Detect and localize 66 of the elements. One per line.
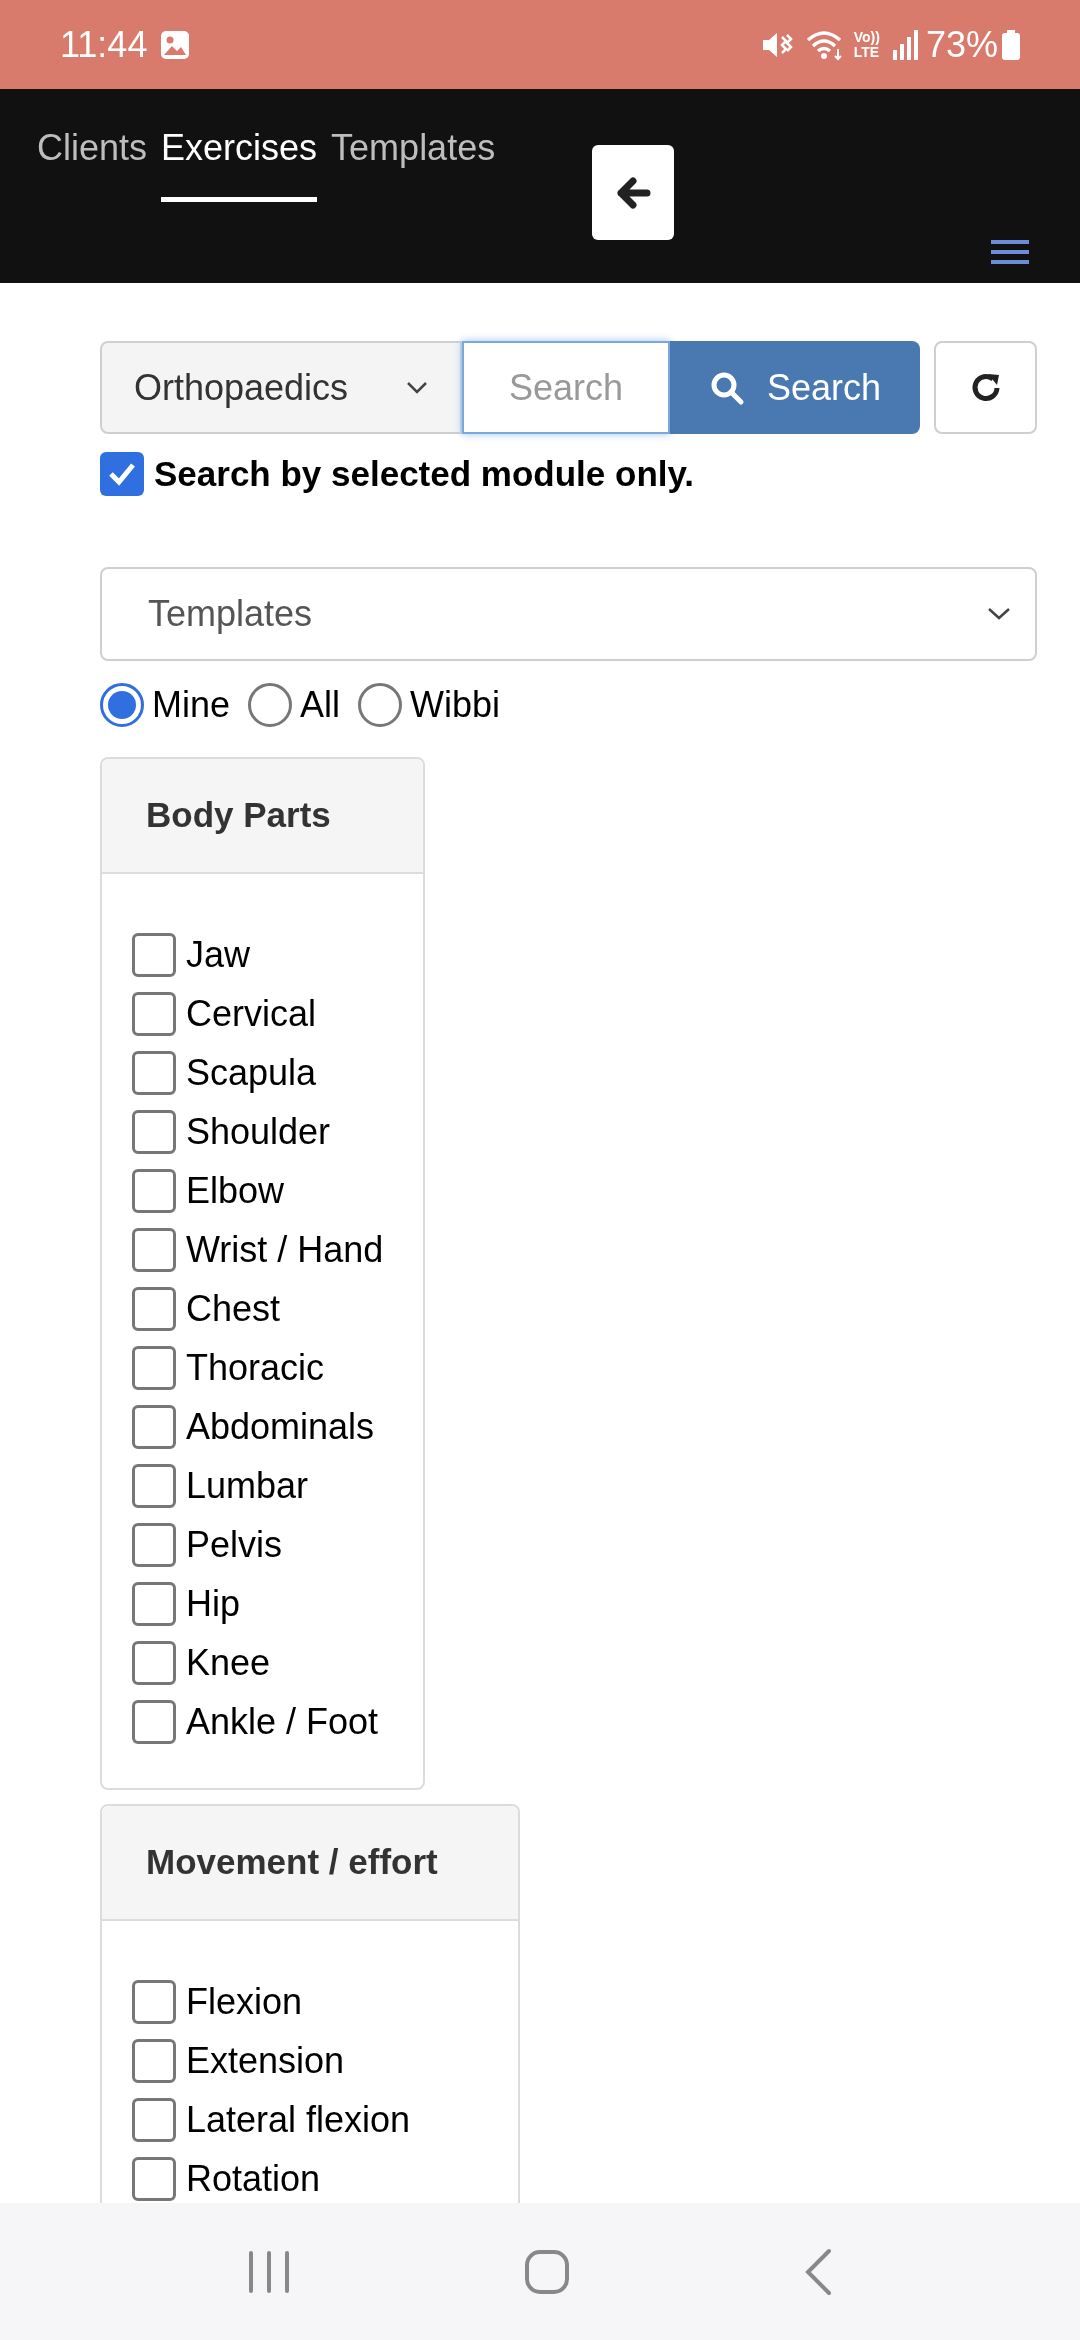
checkbox[interactable] (132, 1582, 176, 1626)
menu-icon[interactable] (991, 240, 1029, 264)
checkbox[interactable] (132, 1980, 176, 2024)
radio-label: Mine (152, 682, 231, 727)
checkbox-label: Flexion (186, 1980, 303, 2024)
checkbox[interactable] (132, 992, 176, 1036)
checkbox-label: Chest (186, 1287, 281, 1331)
checkbox-label: Ankle / Foot (186, 1700, 379, 1744)
back-icon[interactable] (803, 2247, 834, 2296)
checkbox[interactable] (132, 1228, 176, 1272)
nav-tab[interactable]: Templates (331, 121, 496, 202)
home-icon[interactable] (524, 2248, 570, 2295)
checkbox[interactable] (132, 933, 176, 977)
checkbox[interactable] (132, 2039, 176, 2083)
checkbox-label: Thoracic (186, 1346, 325, 1390)
checkbox-label: Hip (186, 1582, 241, 1626)
search-field[interactable]: Search (462, 341, 670, 434)
checkbox-label: Elbow (186, 1169, 285, 1213)
checkbox[interactable] (132, 1346, 176, 1390)
checkbox[interactable] (100, 452, 144, 497)
checkbox-label: Scapula (186, 1051, 317, 1095)
checkbox[interactable] (132, 1523, 176, 1567)
checkbox[interactable] (132, 1641, 176, 1685)
card-title: Movement / effort (146, 1840, 438, 1883)
back-button[interactable] (592, 145, 674, 240)
checkbox-label: Lateral flexion (186, 2098, 411, 2142)
search-button[interactable]: Search (670, 341, 920, 434)
left-arrow-icon (615, 176, 651, 209)
checkbox[interactable] (132, 1287, 176, 1331)
battery-icon (1002, 29, 1020, 60)
checkbox-label: Rotation (186, 2157, 321, 2201)
module-select[interactable]: Orthopaedics (100, 341, 462, 434)
checkbox[interactable] (132, 1464, 176, 1508)
checkbox[interactable] (132, 2157, 176, 2201)
checkbox[interactable] (132, 1700, 176, 1744)
template-select[interactable]: Templates (100, 566, 1037, 661)
checkbox-label: Shoulder (186, 1110, 331, 1154)
nav-tab[interactable]: Exercises (161, 121, 318, 202)
refresh-button[interactable] (934, 341, 1037, 434)
signal-icon (891, 29, 918, 60)
battery-percent: 73% (925, 22, 998, 67)
radio-label: Wibbi (410, 682, 501, 727)
radio-label: All (300, 682, 341, 727)
checkbox[interactable] (132, 1110, 176, 1154)
radio-button[interactable] (100, 682, 144, 727)
checkbox-label: Jaw (186, 933, 251, 977)
checkbox[interactable] (132, 1169, 176, 1213)
checkbox-label: Extension (186, 2039, 345, 2083)
checkbox-label: Search by selected module only. (154, 453, 695, 495)
status-time: 11:44 (60, 22, 148, 67)
checkbox[interactable] (132, 2098, 176, 2142)
card-title: Body Parts (146, 793, 331, 836)
checkbox-label: Lumbar (186, 1464, 309, 1508)
checkbox-label: Abdominals (186, 1405, 375, 1449)
checkbox-label: Knee (186, 1641, 271, 1685)
checkbox[interactable] (132, 1051, 176, 1095)
checkbox[interactable] (132, 1405, 176, 1449)
chevron-down-icon (987, 606, 1011, 621)
checkbox-label: Wrist / Hand (186, 1228, 384, 1272)
checkbox-label: Cervical (186, 992, 317, 1036)
checkbox-label: Pelvis (186, 1523, 283, 1567)
image-icon (159, 28, 192, 61)
recent-apps-icon[interactable] (246, 2250, 291, 2293)
chevron-down-icon (406, 380, 428, 395)
nav-tab[interactable]: Clients (37, 121, 148, 202)
volte-indicator: Vo)) LTE (853, 29, 880, 60)
